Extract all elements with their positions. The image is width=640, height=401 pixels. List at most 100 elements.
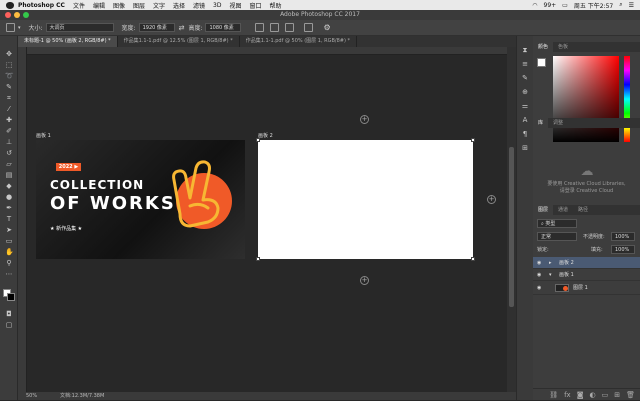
add-artboard-icon[interactable] [285, 23, 295, 32]
expand-arrow-icon[interactable]: ▸ [549, 257, 552, 269]
menu-edit[interactable]: 编辑 [93, 1, 105, 10]
align-icon[interactable] [304, 23, 314, 32]
new-group-icon[interactable]: ▭ [602, 389, 609, 400]
opacity-field[interactable]: 100% [611, 232, 635, 241]
move-tool-icon[interactable]: ✥ [5, 50, 13, 58]
library-message-2[interactable]: 请登录 Creative Cloud [533, 187, 640, 194]
visibility-eye-icon[interactable]: ◉ [537, 281, 541, 295]
chevron-down-icon[interactable]: ▾ [18, 25, 21, 31]
artboard-tool-icon[interactable] [6, 23, 15, 32]
glyphs-icon[interactable]: ⊞ [521, 144, 529, 152]
menu-select[interactable]: 选择 [173, 1, 185, 10]
menu-type[interactable]: 文字 [153, 1, 165, 10]
paragraph-icon[interactable]: ¶ [521, 130, 529, 138]
horizontal-ruler[interactable] [27, 47, 507, 55]
wifi-icon[interactable]: ◠ [532, 2, 537, 9]
zoom-level[interactable]: 50% [26, 392, 37, 400]
brush-settings-icon[interactable]: ✎ [521, 74, 529, 82]
artboard-2[interactable] [258, 140, 473, 259]
visibility-eye-icon[interactable]: ◉ [537, 269, 541, 281]
blur-tool-icon[interactable]: ◆ [5, 182, 13, 190]
resize-handle[interactable] [471, 257, 475, 261]
search-icon[interactable]: ⌕ [619, 1, 622, 9]
screen-mode-icon[interactable]: ▢ [5, 321, 13, 329]
stamp-tool-icon[interactable]: ⊥ [5, 138, 13, 146]
rectangle-tool-icon[interactable]: ▭ [5, 237, 13, 245]
path-select-tool-icon[interactable]: ➤ [5, 226, 13, 234]
new-layer-icon[interactable]: ⊞ [614, 389, 620, 400]
menu-window[interactable]: 窗口 [250, 1, 262, 10]
artboard-1[interactable]: 2022 ▶ COLLECTION OF WORKS ★ 新作品集 ★ [36, 140, 245, 259]
swap-icon[interactable]: ⇄ [179, 24, 185, 32]
expand-arrow-icon[interactable]: ▾ [549, 269, 552, 281]
quick-select-tool-icon[interactable]: ✎ [5, 83, 13, 91]
layer-row-layer-1[interactable]: ◉ 图层 1 [533, 281, 640, 295]
vertical-ruler[interactable] [18, 47, 27, 392]
history-brush-tool-icon[interactable]: ↺ [5, 149, 13, 157]
visibility-eye-icon[interactable]: ◉ [537, 257, 541, 269]
menu-help[interactable]: 帮助 [270, 1, 282, 10]
delete-layer-icon[interactable]: 🗑 [626, 389, 635, 400]
close-window-button[interactable] [5, 12, 11, 18]
scroll-thumb[interactable] [509, 147, 514, 307]
layer-row-artboard-2[interactable]: ◉ ▸ 画板 2 [533, 257, 640, 269]
adjustment-layer-icon[interactable]: ◐ [590, 389, 596, 400]
tab-libraries[interactable]: 库 [533, 118, 549, 128]
portrait-icon[interactable] [255, 23, 265, 32]
gear-icon[interactable]: ⚙ [323, 23, 330, 32]
add-artboard-top-icon[interactable]: + [360, 115, 369, 124]
resize-handle[interactable] [471, 138, 475, 142]
tab-paths[interactable]: 路径 [573, 205, 593, 215]
minimize-window-button[interactable] [14, 12, 20, 18]
background-color-swatch[interactable] [7, 293, 15, 301]
zoom-tool-icon[interactable]: ⚲ [5, 259, 13, 267]
tab-document-1[interactable]: 未标题-1 @ 50% (画板 2, RGB/8#) * [18, 36, 118, 47]
apple-icon[interactable] [6, 1, 14, 9]
menu-list-icon[interactable]: ☰ [629, 2, 634, 9]
tab-document-3[interactable]: 作品集1.1-1.pdf @ 50% (图层 1, RGB/8#) * [240, 36, 358, 47]
quick-mask-icon[interactable]: ◘ [5, 310, 13, 318]
crop-tool-icon[interactable]: ⌗ [5, 94, 13, 102]
clone-source-icon[interactable]: ⊕ [521, 88, 529, 96]
layer-row-artboard-1[interactable]: ◉ ▾ 画板 1 [533, 269, 640, 281]
character-icon[interactable]: A [521, 116, 529, 124]
app-menu[interactable]: Photoshop CC [18, 2, 65, 9]
more-tools-icon[interactable]: ⋯ [5, 270, 13, 278]
tab-adjustments[interactable]: 调整 [548, 118, 568, 128]
artboard-1-label[interactable]: 画板 1 [36, 132, 51, 139]
pen-tool-icon[interactable]: ✒ [5, 204, 13, 212]
properties-icon[interactable]: ≡ [521, 60, 529, 68]
brush-tool-icon[interactable]: ✐ [5, 127, 13, 135]
menu-layer[interactable]: 图层 [133, 1, 145, 10]
tab-document-2[interactable]: 作品集1.1-1.pdf @ 12.5% (图层 1, RGB/8#) * [118, 36, 240, 47]
link-layers-icon[interactable]: ⛓ [549, 389, 558, 400]
eraser-tool-icon[interactable]: ▱ [5, 160, 13, 168]
blend-mode-select[interactable]: 正常 [537, 232, 577, 241]
battery-indicator[interactable]: 99+ [544, 2, 557, 9]
zoom-window-button[interactable] [23, 12, 29, 18]
marquee-tool-icon[interactable]: ⬚ [5, 61, 13, 69]
hue-slider[interactable] [624, 56, 630, 142]
menu-filter[interactable]: 滤镜 [193, 1, 205, 10]
tab-layers[interactable]: 图层 [533, 205, 554, 215]
menu-3d[interactable]: 3D [213, 2, 221, 9]
gradient-tool-icon[interactable]: ▤ [5, 171, 13, 179]
add-artboard-bottom-icon[interactable]: + [360, 276, 369, 285]
artboard-2-label[interactable]: 画板 2 [258, 132, 273, 139]
tab-channels[interactable]: 通道 [553, 205, 573, 215]
lasso-tool-icon[interactable]: ➰ [5, 72, 14, 80]
type-tool-icon[interactable]: T [5, 215, 13, 223]
fill-field[interactable]: 100% [611, 245, 635, 254]
document-size[interactable]: 文档:12.3M/7.38M [60, 392, 104, 400]
hand-tool-icon[interactable]: ✋ [5, 248, 14, 256]
dodge-tool-icon[interactable]: ● [5, 193, 13, 201]
healing-tool-icon[interactable]: ✚ [5, 116, 13, 124]
width-field[interactable]: 1920 像素 [138, 23, 175, 32]
height-field[interactable]: 1080 像素 [205, 23, 242, 32]
resize-handle[interactable] [256, 257, 260, 261]
menu-image[interactable]: 图像 [113, 1, 125, 10]
add-artboard-right-icon[interactable]: + [487, 195, 496, 204]
foreground-swatch[interactable] [537, 58, 546, 67]
vertical-scrollbar[interactable] [507, 47, 516, 392]
layer-filter-select[interactable]: ⌕ 类型 [537, 219, 577, 228]
